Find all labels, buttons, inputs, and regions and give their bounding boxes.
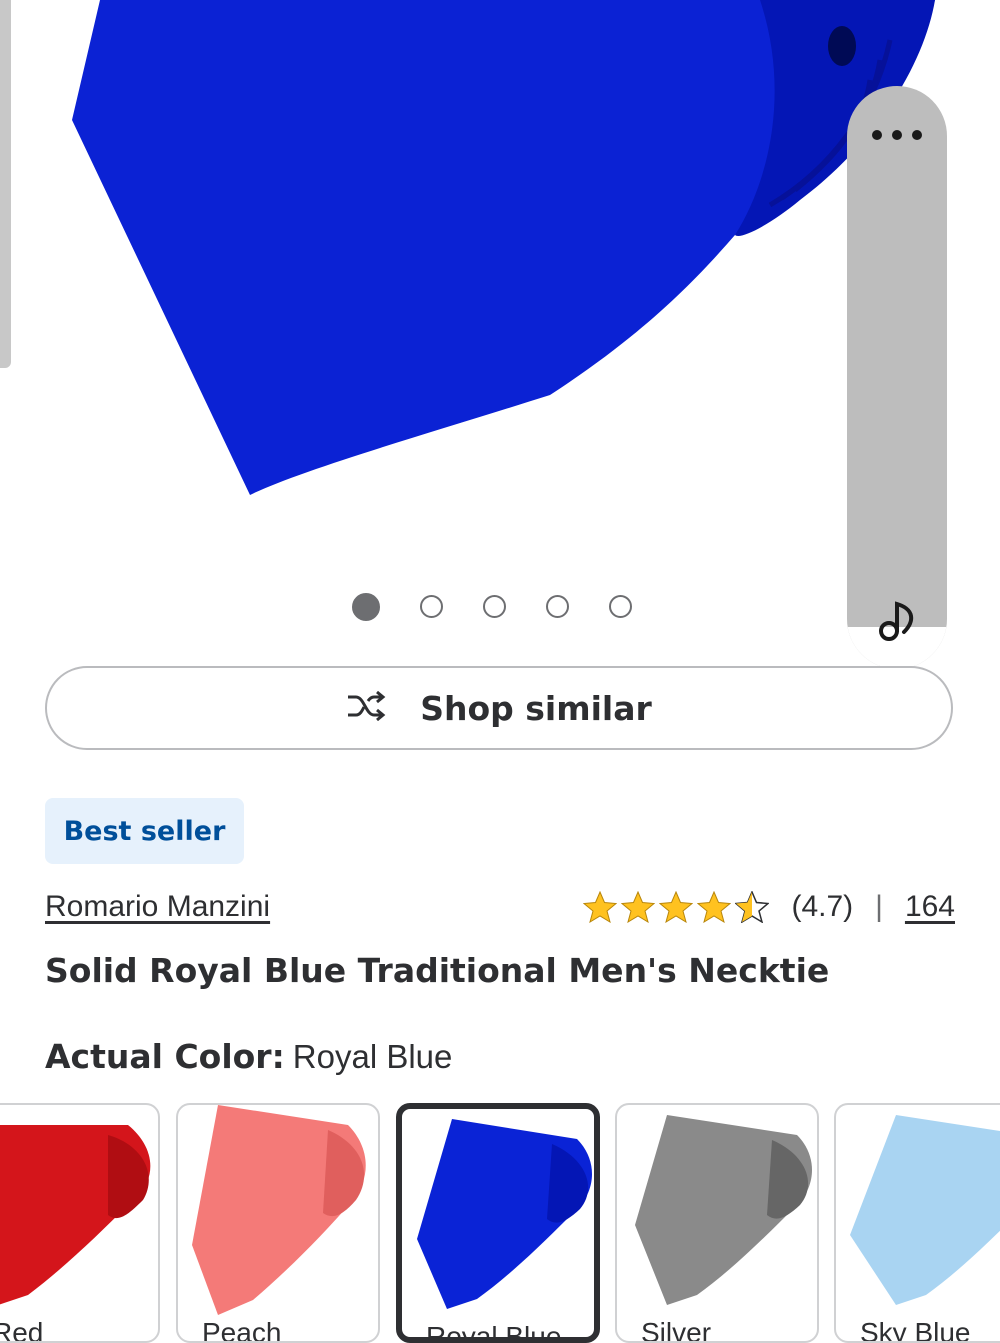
- necktie-thumbnail: [417, 1119, 592, 1309]
- color-swatch-royal-blue[interactable]: Royal Blue: [396, 1103, 600, 1343]
- rating-separator: |: [875, 890, 883, 923]
- carousel-dot-2[interactable]: [420, 595, 443, 618]
- star-full-icon: [659, 891, 694, 923]
- carousel-dot-3[interactable]: [483, 595, 506, 618]
- ellipsis-icon[interactable]: [870, 126, 924, 144]
- color-swatch-sky-blue[interactable]: Sky Blue: [834, 1103, 1000, 1343]
- music-note-icon[interactable]: [874, 596, 924, 646]
- shop-similar-label: Shop similar: [420, 688, 652, 728]
- star-half-icon: [735, 891, 770, 923]
- swatch-label: Sky Blue: [860, 1317, 971, 1343]
- brand-link[interactable]: Romario Manzini: [45, 890, 270, 924]
- star-rating: [583, 891, 770, 923]
- necktie-thumbnail: [850, 1115, 1000, 1305]
- floating-side-panel: [847, 86, 947, 669]
- actual-color-value: Royal Blue: [292, 1038, 453, 1075]
- carousel-dot-5[interactable]: [609, 595, 632, 618]
- page-scroll-indicator[interactable]: [0, 0, 11, 368]
- rating-value: (4.7): [791, 890, 854, 923]
- carousel-dot-4[interactable]: [546, 595, 569, 618]
- color-swatch-red[interactable]: Red: [0, 1103, 160, 1343]
- color-swatch-peach[interactable]: Peach: [176, 1103, 380, 1343]
- star-full-icon: [697, 891, 732, 923]
- shuffle-icon: [346, 690, 386, 725]
- product-title: Solid Royal Blue Traditional Men's Neckt…: [45, 951, 830, 990]
- shop-similar-button[interactable]: Shop similar: [45, 666, 953, 750]
- star-full-icon: [583, 891, 618, 923]
- swatch-label: Red: [0, 1317, 44, 1343]
- color-selector-label: Actual Color: Royal Blue: [45, 1037, 452, 1076]
- actual-color-label: Actual Color:: [45, 1037, 285, 1076]
- necktie-thumbnail: [192, 1105, 366, 1315]
- best-seller-badge: Best seller: [45, 798, 244, 864]
- carousel-dot-1[interactable]: [352, 593, 380, 621]
- image-carousel-dots: [352, 593, 632, 621]
- rating-summary[interactable]: (4.7) | 164: [583, 890, 955, 924]
- swatch-label: Royal Blue: [426, 1321, 562, 1343]
- star-full-icon: [621, 891, 656, 923]
- review-count-link[interactable]: 164: [905, 890, 955, 924]
- swatch-label: Silver: [641, 1317, 712, 1343]
- necktie-thumbnail: [635, 1115, 812, 1305]
- color-swatch-silver[interactable]: Silver: [615, 1103, 819, 1343]
- swatch-label: Peach: [202, 1317, 282, 1343]
- necktie-thumbnail: [0, 1125, 151, 1305]
